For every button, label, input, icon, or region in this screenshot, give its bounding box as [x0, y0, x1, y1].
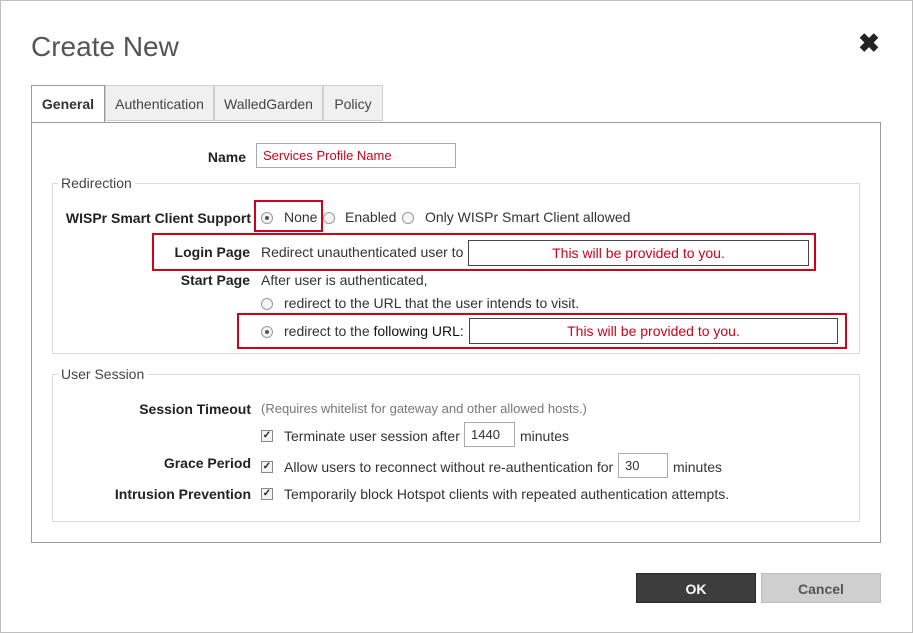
start-intended-label: redirect to the URL that the user intend… [284, 295, 580, 311]
terminate-checkbox[interactable]: ✓ [261, 430, 273, 442]
create-new-dialog: Create New ✖ General Authentication Wall… [0, 0, 913, 633]
start-page-text: After user is authenticated, [261, 272, 428, 288]
wispr-enabled-label: Enabled [345, 209, 397, 225]
grace-unit: minutes [673, 459, 723, 475]
login-page-label: Login Page [174, 244, 250, 260]
wispr-only-label: Only WISPr Smart Client allowed [425, 209, 631, 225]
wispr-none-radio[interactable] [261, 212, 273, 224]
terminate-label: Terminate user session after [284, 428, 460, 444]
start-following-suffix: following URL: [373, 323, 464, 339]
intrusion-text: Temporarily block Hotspot clients with r… [284, 486, 730, 502]
terminate-minutes-input[interactable] [464, 422, 515, 447]
ok-button[interactable]: OK [636, 573, 756, 603]
tab-authentication[interactable]: Authentication [105, 85, 214, 121]
close-icon[interactable]: ✖ [857, 29, 881, 57]
intrusion-label: Intrusion Prevention [114, 486, 251, 502]
grace-label-text: Allow users to reconnect without re-auth… [284, 459, 614, 475]
dialog-title: Create New [31, 31, 179, 62]
grace-period-label: Grace Period [163, 455, 251, 471]
user-session-legend: User Session [58, 366, 148, 382]
start-following-radio[interactable] [261, 326, 273, 338]
name-input[interactable] [256, 143, 456, 168]
session-timeout-label: Session Timeout [139, 401, 251, 417]
tab-policy[interactable]: Policy [323, 85, 383, 121]
session-timeout-note: (Requires whitelist for gateway and othe… [261, 401, 587, 416]
intrusion-checkbox[interactable]: ✓ [261, 488, 273, 500]
grace-checkbox[interactable]: ✓ [261, 461, 273, 473]
tab-walledgarden[interactable]: WalledGarden [214, 85, 323, 121]
wispr-label: WISPr Smart Client Support [65, 210, 251, 226]
start-intended-radio[interactable] [261, 298, 273, 310]
start-url-input[interactable]: This will be provided to you. [469, 318, 838, 344]
redirection-legend: Redirection [58, 175, 135, 191]
login-url-input[interactable]: This will be provided to you. [468, 240, 809, 266]
terminate-unit: minutes [520, 428, 570, 444]
wispr-none-label: None [284, 209, 318, 225]
cancel-button[interactable]: Cancel [761, 573, 881, 603]
grace-minutes-input[interactable] [618, 453, 668, 478]
start-page-label: Start Page [180, 272, 250, 288]
start-following-prefix: redirect to the [284, 323, 374, 339]
login-page-text: Redirect unauthenticated user to [261, 244, 464, 260]
tab-general[interactable]: General [31, 85, 105, 123]
wispr-only-radio[interactable] [402, 212, 414, 224]
name-label: Name [207, 149, 246, 165]
start-following-label: redirect to the following URL: [284, 323, 464, 339]
wispr-enabled-radio[interactable] [323, 212, 335, 224]
